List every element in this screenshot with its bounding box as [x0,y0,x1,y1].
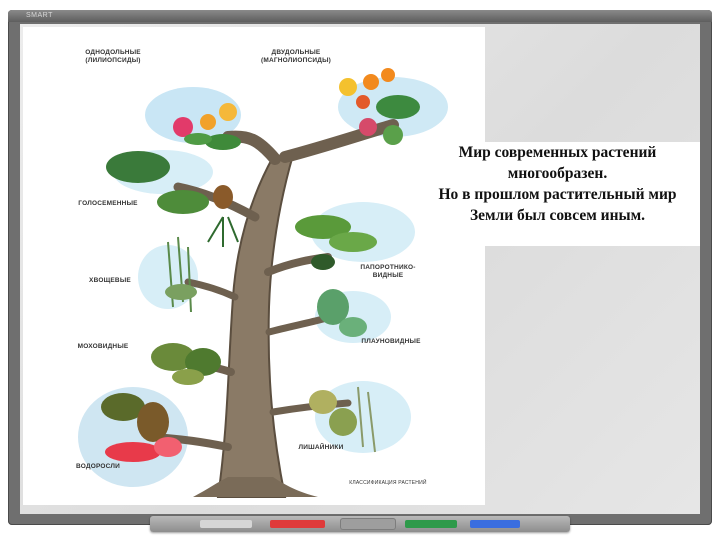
caption-line-4: Земли был совсем иным. [469,207,646,224]
label-ferns-line1: ПАПОРОТНИКО- [360,264,416,271]
label-monocots-line2: (ЛИЛИОПСИДЫ) [85,57,141,64]
caption-line-2: многообразен. [507,165,608,182]
branch-clubmosses [265,315,327,336]
plant-classification-tree-illustration: ОДНОДОЛЬНЫЕ (ЛИЛИОПСИДЫ) ДВУДОЛЬНЫЕ (МАГ… [23,27,485,505]
tree-roots [193,477,318,497]
label-dicots-line1: ДВУДОЛЬНЫЕ [271,49,321,56]
eraser[interactable] [340,518,396,530]
pen-green[interactable] [405,520,457,528]
label-lichens: ЛИШАЙНИКИ [298,444,344,451]
label-clubmosses: ПЛАУНОВИДНЫЕ [361,338,421,345]
whiteboard-frame-top [8,10,712,22]
label-ferns-line2: ВИДНЫЕ [372,272,404,279]
brand-logo: SMART [26,12,53,19]
label-algae: ВОДОРОСЛИ [75,463,121,470]
label-monocots-line1: ОДНОДОЛЬНЫЕ [85,49,141,56]
label-ferns: ПАПОРОТНИКО- ВИДНЫЕ [348,264,428,280]
branch-dicots [279,119,399,163]
moss-foliage [151,343,221,385]
label-monocots: ОДНОДОЛЬНЫЕ (ЛИЛИОПСИДЫ) [78,49,148,65]
label-gymnosperms: ГОЛОСЕМЕННЫЕ [78,200,138,207]
label-dicots-line2: (МАГНОЛИОПСИДЫ) [260,57,332,64]
caption-line-3: Но в прошлом растительный мир [438,186,677,203]
label-mosses: МОХОВИДНЫЕ [77,343,129,350]
pen-black[interactable] [200,520,252,528]
pen-red[interactable] [270,520,325,528]
label-dicots: ДВУДОЛЬНЫЕ (МАГНОЛИОПСИДЫ) [251,49,341,65]
label-horsetails: ХВОЩЕВЫЕ [89,277,131,284]
caption-line-1: Мир современных растений [458,144,657,161]
slide-caption: Мир современных растений многообразен. Н… [415,142,700,246]
label-footer-classification: КЛАССИФИКАЦИЯ РАСТЕНИЙ [349,480,427,486]
pen-blue[interactable] [470,520,520,528]
